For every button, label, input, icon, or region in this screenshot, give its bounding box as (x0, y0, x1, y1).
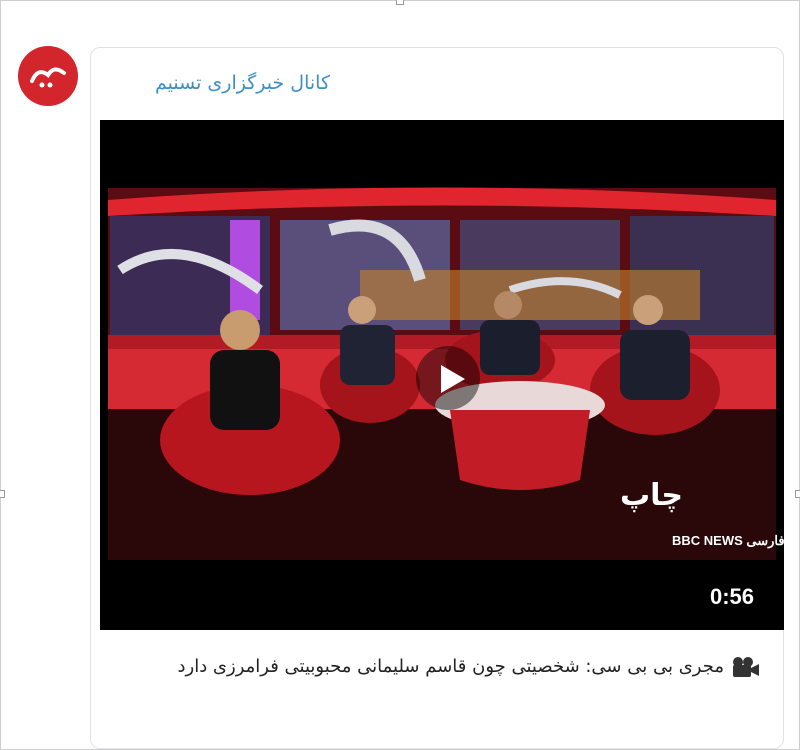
program-logo: چاپ (620, 478, 683, 513)
resize-handle-right[interactable] (795, 490, 800, 498)
channel-name-link[interactable]: کانال خبرگزاری تسنیم (155, 72, 330, 94)
bbc-news-watermark: BBC NEWS فارسی (672, 533, 784, 549)
video-player[interactable]: چاپ BBC NEWS فارسی 0:56 (100, 120, 784, 630)
resize-handle-left[interactable] (0, 490, 5, 498)
tasnim-logo-icon (30, 67, 66, 88)
play-button[interactable] (416, 346, 480, 410)
post-caption: مجری بی بی سی: شخصیتی چون قاسم سلیمانی م… (130, 652, 760, 682)
video-camera-icon (733, 657, 759, 677)
resize-handle-top[interactable] (396, 0, 404, 5)
post-text: مجری بی بی سی: شخصیتی چون قاسم سلیمانی م… (177, 656, 724, 677)
channel-avatar[interactable] (18, 46, 78, 106)
video-duration: 0:56 (709, 584, 754, 609)
play-icon (441, 365, 465, 393)
